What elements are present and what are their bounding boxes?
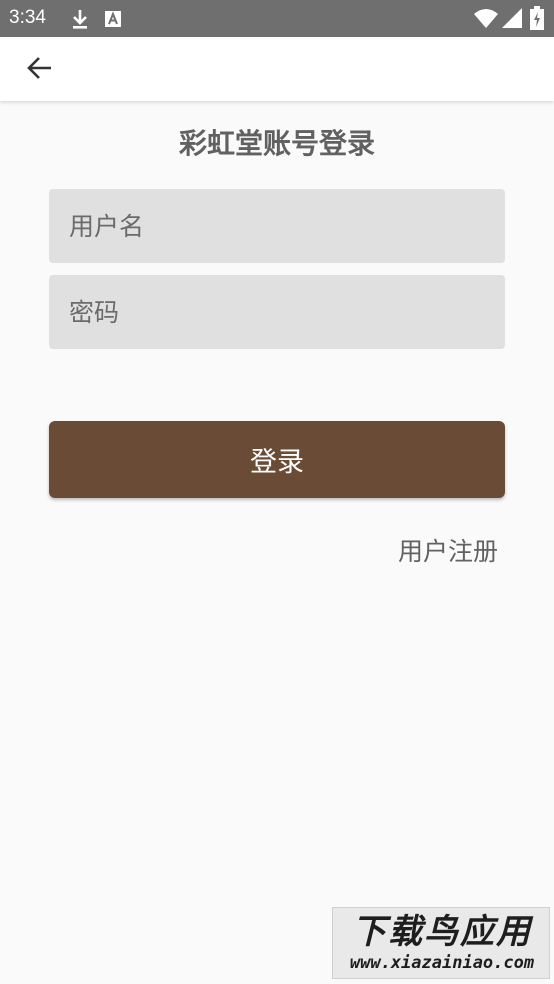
font-icon <box>104 10 122 32</box>
password-input[interactable] <box>49 275 505 349</box>
username-input[interactable] <box>49 189 505 263</box>
watermark-logo: 下载鸟应用 www.xiazainiao.com <box>332 907 550 979</box>
battery-icon <box>530 6 544 34</box>
status-time: 3:34 <box>9 7 46 28</box>
app-bar <box>0 37 554 101</box>
login-button[interactable]: 登录 <box>49 421 505 498</box>
register-link[interactable]: 用户注册 <box>398 532 498 568</box>
page-title: 彩虹堂账号登录 <box>178 127 375 160</box>
download-icon <box>70 8 90 34</box>
watermark-logo-text: 下载鸟应用 <box>352 912 532 952</box>
signal-icon <box>502 8 522 32</box>
status-bar: 3:34 <box>0 0 554 37</box>
wifi-icon <box>474 8 498 32</box>
watermark-url: www.xiazainiao.com <box>349 953 535 973</box>
arrow-back-icon <box>27 56 53 84</box>
back-button[interactable] <box>20 50 60 90</box>
